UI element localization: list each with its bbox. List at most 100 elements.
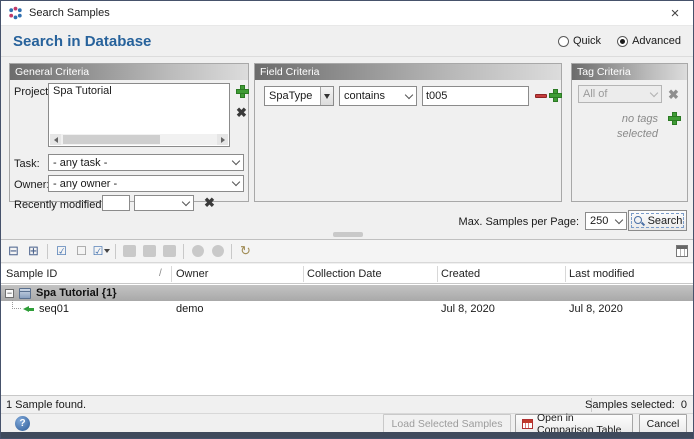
- check-icon: ☑: [93, 244, 104, 258]
- col-collection-date[interactable]: Collection Date: [307, 268, 382, 280]
- clear-recently-modified-icon[interactable]: ✖: [204, 196, 215, 209]
- clear-tags-icon[interactable]: ✖: [668, 88, 679, 101]
- scroll-track[interactable]: [61, 134, 217, 145]
- selection-menu-icon[interactable]: ☑: [92, 242, 111, 261]
- owner-combo[interactable]: - any owner -: [48, 175, 244, 192]
- dialog-header: Search in Database Quick Advanced: [1, 26, 693, 57]
- split-pane-handle[interactable]: [333, 232, 363, 237]
- recently-modified-unit-combo[interactable]: [134, 195, 194, 211]
- col-last-modified[interactable]: Last modified: [569, 268, 634, 280]
- toolbar-separator: [115, 244, 116, 259]
- select-all-icon[interactable]: ☑: [52, 242, 71, 261]
- toolbar-separator: [183, 244, 184, 259]
- max-samples-combo[interactable]: 250: [585, 212, 627, 230]
- title-bar: Search Samples ×: [1, 1, 693, 26]
- field-operator-combo[interactable]: contains: [339, 86, 417, 106]
- column-divider[interactable]: [565, 266, 566, 282]
- column-settings-icon[interactable]: [676, 245, 688, 257]
- export-disabled-icon: [160, 242, 179, 261]
- triangle-down-icon: [324, 94, 330, 99]
- column-divider[interactable]: [437, 266, 438, 282]
- add-tag-icon[interactable]: [668, 112, 681, 125]
- projects-list[interactable]: Spa Tutorial: [48, 83, 230, 147]
- task-combo-value: - any task -: [53, 157, 107, 169]
- column-divider[interactable]: [171, 266, 172, 282]
- disabled-glyph: [212, 245, 224, 257]
- recently-modified-label: Recently modified:: [14, 199, 105, 211]
- col-sample-id[interactable]: Sample ID: [6, 268, 57, 280]
- scroll-left-icon[interactable]: [50, 134, 61, 145]
- disabled-glyph: [163, 245, 176, 257]
- refresh-icon[interactable]: ↻: [236, 242, 255, 261]
- tree-elbow: [12, 300, 21, 309]
- field-operator-value: contains: [344, 90, 385, 102]
- tag-criteria-panel: Tag Criteria All of ✖ no tags selected: [571, 63, 688, 202]
- radio-advanced-label: Advanced: [632, 35, 681, 47]
- results-toolbar: ⊟ ⊞ ☑ ☐ ☑ ↻: [1, 239, 693, 263]
- samples-found-text: 1 Sample found.: [6, 399, 86, 411]
- cell-sample-id[interactable]: seq01: [39, 303, 69, 315]
- open-in-comparison-table-button[interactable]: Open in Comparison Table: [515, 414, 633, 433]
- cancel-button[interactable]: Cancel: [639, 414, 687, 433]
- field-query-input[interactable]: [422, 86, 529, 106]
- project-group-row[interactable]: − Spa Tutorial {1}: [1, 285, 693, 301]
- chevron-down-icon: [232, 157, 240, 165]
- radio-quick-label: Quick: [573, 35, 601, 47]
- collapse-all-icon[interactable]: ⊟: [4, 242, 23, 261]
- dropdown-arrow-icon: [104, 249, 110, 253]
- general-criteria-panel: General Criteria Projects: Spa Tutorial …: [9, 63, 249, 202]
- max-samples-value: 250: [590, 215, 608, 227]
- search-mode-group: Quick Advanced: [558, 35, 681, 47]
- disabled-glyph: [192, 245, 204, 257]
- help-icon[interactable]: ?: [15, 416, 30, 431]
- field-name-value: SpaType: [269, 90, 312, 102]
- add-criterion-icon[interactable]: [549, 89, 562, 102]
- project-icon: [19, 288, 31, 299]
- scroll-right-icon[interactable]: [217, 134, 228, 145]
- samples-selected-label: Samples selected:: [585, 399, 675, 411]
- table-row[interactable]: seq01 demo Jul 8, 2020 Jul 8, 2020: [1, 301, 693, 317]
- field-name-combo[interactable]: SpaType: [264, 86, 334, 106]
- scroll-thumb[interactable]: [63, 135, 160, 144]
- add-project-icon[interactable]: [236, 85, 249, 98]
- search-button[interactable]: Search: [628, 210, 687, 231]
- toolbar-separator: [47, 244, 48, 259]
- chevron-down-icon: [182, 197, 190, 205]
- samples-selected-count: 0: [681, 399, 687, 411]
- project-group-label: Spa Tutorial {1}: [36, 287, 116, 299]
- remove-project-icon[interactable]: ✖: [236, 106, 247, 119]
- toolbar-separator: [231, 244, 232, 259]
- projects-hscrollbar[interactable]: [50, 134, 228, 145]
- no-tags-text: no tags selected: [596, 112, 658, 142]
- table-header: Sample ID / Owner Collection Date Create…: [1, 264, 693, 284]
- field-criteria-panel: Field Criteria SpaType contains: [254, 63, 562, 202]
- delete-disabled-icon: [140, 242, 159, 261]
- load-selected-samples-button: Load Selected Samples: [383, 414, 511, 433]
- col-owner[interactable]: Owner: [176, 268, 208, 280]
- collapse-toggle-icon[interactable]: −: [5, 289, 14, 298]
- recently-modified-input[interactable]: [102, 195, 130, 211]
- projects-list-item[interactable]: Spa Tutorial: [49, 84, 229, 98]
- prev-page-disabled-icon: [188, 242, 207, 261]
- window-title: Search Samples: [29, 7, 110, 19]
- combo-arrow-button[interactable]: [320, 87, 333, 105]
- tag-criteria-header: Tag Criteria: [572, 64, 687, 80]
- expand-all-icon[interactable]: ⊞: [24, 242, 43, 261]
- owner-combo-value: - any owner -: [53, 178, 117, 190]
- search-icon: [633, 215, 645, 227]
- remove-criterion-icon[interactable]: [535, 94, 547, 98]
- deselect-all-icon[interactable]: ☐: [72, 242, 91, 261]
- column-divider[interactable]: [303, 266, 304, 282]
- radio-quick-circle[interactable]: [558, 36, 569, 47]
- comparison-table-icon: [522, 419, 533, 429]
- chevron-down-icon: [650, 88, 658, 96]
- col-created[interactable]: Created: [441, 268, 480, 280]
- radio-quick[interactable]: Quick: [558, 35, 601, 47]
- radio-advanced[interactable]: Advanced: [617, 35, 681, 47]
- chevron-down-icon: [232, 178, 240, 186]
- radio-advanced-circle[interactable]: [617, 36, 628, 47]
- next-page-disabled-icon: [208, 242, 227, 261]
- task-combo[interactable]: - any task -: [48, 154, 244, 171]
- cell-last-modified: Jul 8, 2020: [569, 303, 623, 315]
- close-icon[interactable]: ×: [657, 1, 693, 26]
